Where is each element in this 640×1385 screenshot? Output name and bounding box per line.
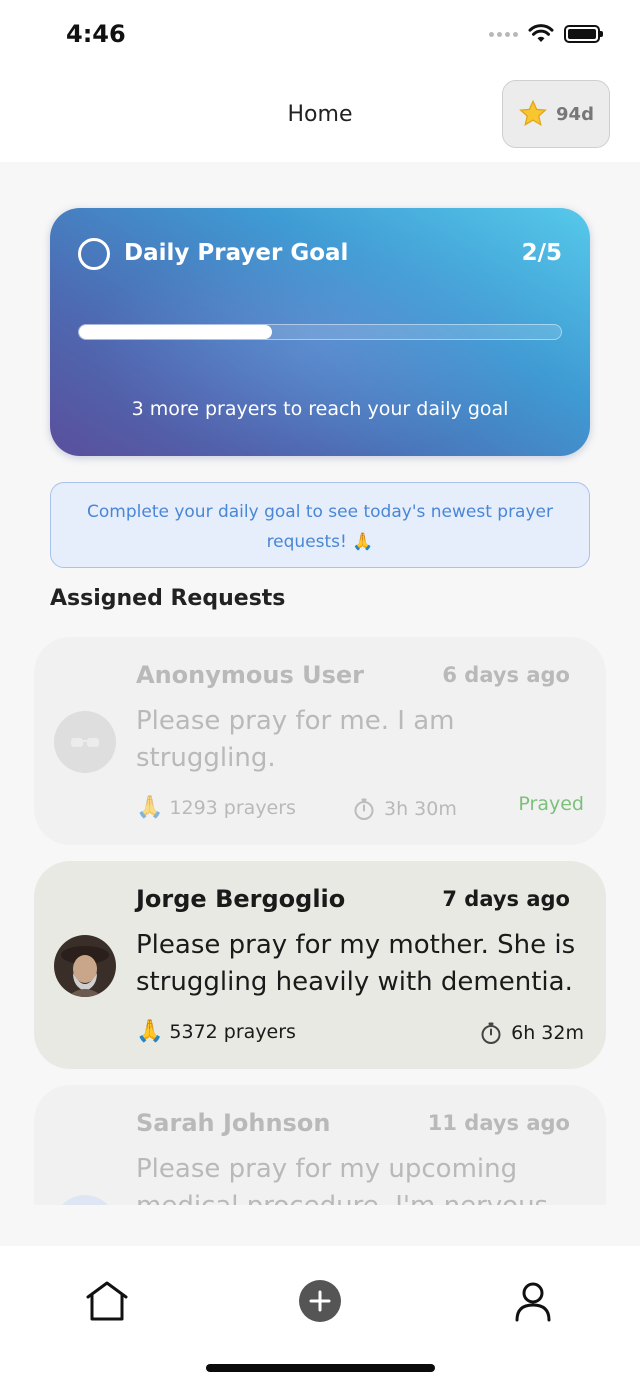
daily-goal-card[interactable]: Daily Prayer Goal 2/5 3 more prayers to … [50,208,590,456]
request-timer: 3h 30m [352,797,457,821]
prayer-count: 🙏 1293 prayers [136,795,296,820]
request-card[interactable]: Sarah Johnson 11 days ago Please pray fo… [34,1085,606,1205]
section-title: Assigned Requests [50,586,286,611]
request-message: Please pray for my mother. She is strugg… [136,930,576,997]
request-message: Please pray for my upcoming medical proc… [136,1154,548,1205]
timer-label: 3h 30m [384,798,457,820]
prayer-count-label: 5372 prayers [169,1021,296,1043]
request-message: Please pray for me. I am struggling. [136,706,455,773]
prayed-status: Prayed [518,793,584,815]
goal-circle-icon [78,238,110,270]
home-icon [86,1281,128,1321]
cellular-signal-icon [489,31,518,37]
tab-add[interactable] [295,1276,345,1326]
nav-header: Home 94d [0,72,640,162]
battery-icon [564,25,603,43]
status-bar: 4:46 [0,0,640,72]
praying-hands-icon: 🙏 [136,1019,164,1044]
status-time: 4:46 [66,20,126,48]
request-card[interactable]: Jorge Bergoglio 7 days ago Please pray f… [34,861,606,1069]
request-author: Anonymous User [136,661,364,689]
prayer-count-label: 1293 prayers [169,797,296,819]
goal-progress-bar [78,324,562,340]
stopwatch-icon [354,798,374,820]
goal-caption: 3 more prayers to reach your daily goal [131,398,509,420]
home-indicator [206,1364,435,1372]
request-author: Sarah Johnson [136,1109,331,1137]
tab-home[interactable] [82,1276,132,1326]
streak-button[interactable]: 94d [502,80,610,148]
stopwatch-icon [481,1022,501,1044]
profile-icon [515,1282,551,1322]
prayer-count: 🙏 5372 prayers [136,1019,296,1044]
tab-profile[interactable] [508,1276,558,1326]
wifi-icon [528,24,554,42]
streak-label: 94d [556,103,594,125]
goal-count: 2/5 [521,240,562,266]
timer-label: 6h 32m [511,1022,584,1044]
info-banner: Complete your daily goal to see today's … [50,482,590,568]
user-photo [54,935,116,997]
request-author: Jorge Bergoglio [136,885,346,913]
user-avatar [54,1195,116,1205]
request-age: 11 days ago [427,1111,570,1135]
goal-progress-fill [79,325,272,339]
request-age: 6 days ago [442,663,570,687]
request-card[interactable]: Anonymous User 6 days ago Please pray fo… [34,637,606,845]
praying-hands-icon: 🙏 [136,795,164,820]
requests-list[interactable]: Anonymous User 6 days ago Please pray fo… [0,620,640,1205]
sunglasses-avatar-icon [54,711,116,773]
request-timer: 6h 32m [479,1021,584,1045]
request-age: 7 days ago [442,887,570,911]
goal-title: Daily Prayer Goal [124,240,349,266]
status-icons [489,24,603,44]
add-icon [299,1280,341,1322]
star-icon [519,99,547,127]
